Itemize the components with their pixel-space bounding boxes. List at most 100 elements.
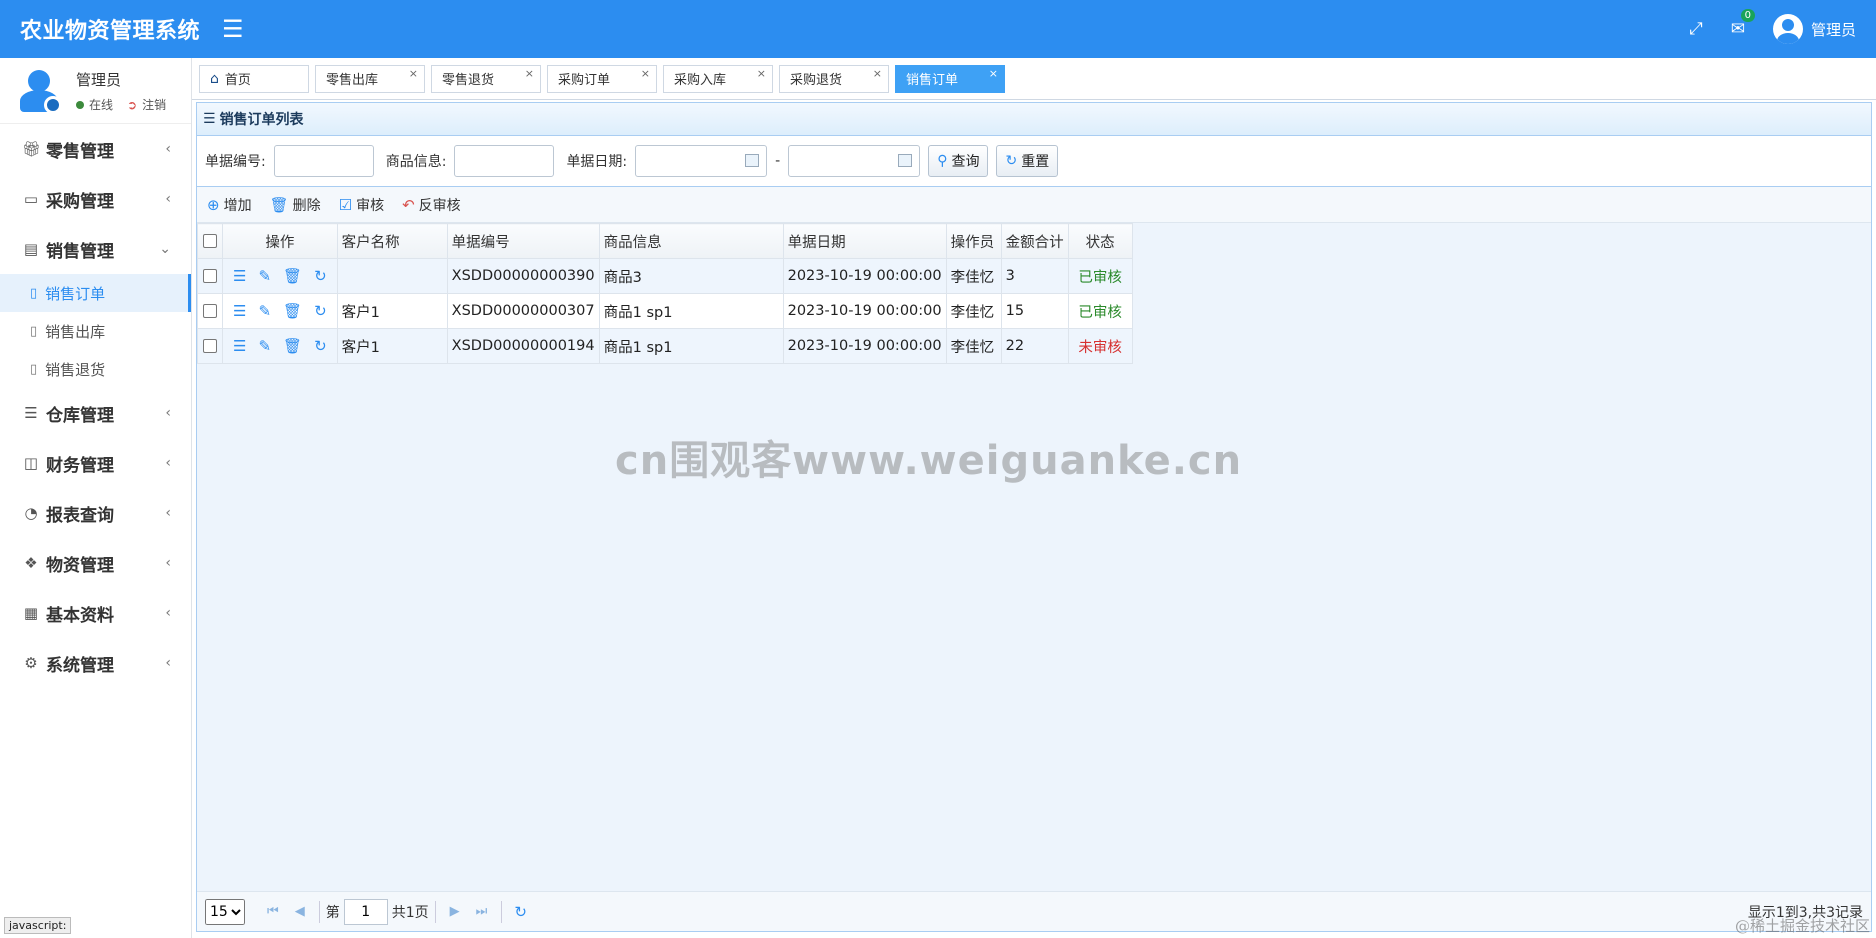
mail-icon[interactable]: ✉ 0 xyxy=(1731,9,1755,39)
tab-home[interactable]: ⌂ 首页 xyxy=(199,64,309,93)
add-button[interactable]: ⊕ 增加 xyxy=(207,195,252,215)
profile-avatar-icon xyxy=(16,68,62,114)
col-header-amount[interactable]: 金额合计 xyxy=(1000,223,1069,259)
cell-amount: 15 xyxy=(1000,293,1069,329)
orders-table: 操作 客户名称 单据编号 商品信息 单据日期 操作员 金额合计 状态 ☰ ✎ 🗑︎ ↻ xyxy=(197,223,1133,364)
book-icon: ◫ xyxy=(23,454,39,472)
cell-amount: 3 xyxy=(1000,258,1069,294)
cell-date: 2023-10-19 00:00:00 xyxy=(782,293,947,329)
page-size-select[interactable]: 15 xyxy=(205,898,245,925)
chevron-left-icon: ‹ xyxy=(165,505,171,521)
tab-retail-out[interactable]: 零售出库 × xyxy=(315,64,425,93)
close-icon[interactable]: × xyxy=(757,67,766,80)
trash-icon[interactable]: 🗑︎ xyxy=(283,337,302,355)
nav-group-reports[interactable]: ◔ 报表查询 ‹ xyxy=(0,488,191,538)
trash-icon[interactable]: 🗑︎ xyxy=(283,267,302,285)
close-icon[interactable]: × xyxy=(641,67,650,80)
app-title: 农业物资管理系统 xyxy=(20,19,201,44)
select-all-cell[interactable] xyxy=(197,223,223,259)
nav-group-purchase[interactable]: ▭ 采购管理 ‹ xyxy=(0,174,191,224)
monitor-icon: ▭ xyxy=(23,190,39,208)
delete-button[interactable]: 🗑︎ 删除 xyxy=(270,195,321,215)
cubes-icon: ❖ xyxy=(24,554,38,572)
query-button[interactable]: ⚲ 查询 xyxy=(928,145,989,177)
row-checkbox[interactable] xyxy=(203,269,217,283)
reset-button[interactable]: ↻ 重置 xyxy=(996,145,1059,177)
tab-retail-return[interactable]: 零售退货 × xyxy=(431,64,541,93)
logout-link[interactable]: ➲ 注销 xyxy=(127,96,166,113)
tab-sales-order[interactable]: 销售订单 × xyxy=(895,64,1005,93)
first-page-icon[interactable]: ⏮︎ xyxy=(267,904,279,919)
top-header: 农业物资管理系统 ☰ ⤢ ✉ 0 管理员 xyxy=(0,0,1876,58)
col-header-goods[interactable]: 商品信息 xyxy=(598,223,784,259)
calendar-icon[interactable] xyxy=(898,154,913,167)
briefcase-icon: ▤ xyxy=(23,240,39,258)
close-icon[interactable]: × xyxy=(873,67,882,80)
page-number-input[interactable] xyxy=(343,898,388,925)
user-menu[interactable]: 管理员 xyxy=(1772,14,1856,44)
chevron-down-icon: ⌄ xyxy=(159,241,171,257)
nav-group-basic-data[interactable]: ▦ 基本资料 ‹ xyxy=(0,588,191,638)
cell-customer: 客户1 xyxy=(336,328,448,364)
table-row[interactable]: ☰ ✎ 🗑︎ ↻ 客户1 XSDD00000000194 商品1 sp1 2023-1… xyxy=(197,328,1133,364)
refresh-icon[interactable]: ↻ xyxy=(514,903,527,921)
next-page-icon[interactable]: ▶︎ xyxy=(450,904,460,919)
sidebar-item-sales-out[interactable]: ▯ 销售出库 xyxy=(0,312,191,350)
check-square-icon: ☑ xyxy=(338,195,353,214)
row-checkbox[interactable] xyxy=(203,339,217,353)
table-header-row: 操作 客户名称 单据编号 商品信息 单据日期 操作员 金额合计 状态 xyxy=(197,223,1133,259)
search-form: 单据编号: 商品信息: 单据日期: - ⚲ 查询 ↻ 重置 xyxy=(196,136,1872,186)
sidebar: 管理员 在线 ➲ 注销 🎁︎ 零售管理 ‹ ▭ 采购管理 ‹ ▤ 销售管理 ⌄ ▯… xyxy=(0,58,192,938)
edit-icon[interactable]: ✎ xyxy=(258,337,271,355)
cell-date: 2023-10-19 00:00:00 xyxy=(782,328,947,364)
tab-purchase-in[interactable]: 采购入库 × xyxy=(663,64,773,93)
prev-page-icon[interactable]: ◀︎ xyxy=(295,904,305,919)
tab-purchase-order[interactable]: 采购订单 × xyxy=(547,64,657,93)
close-icon[interactable]: × xyxy=(409,67,418,80)
nav-group-warehouse[interactable]: ☰ 仓库管理 ‹ xyxy=(0,388,191,438)
table-row[interactable]: ☰ ✎ 🗑︎ ↻ 客户1 XSDD00000000307 商品1 sp1 2023-1… xyxy=(197,293,1133,329)
edit-icon[interactable]: ✎ xyxy=(258,267,271,285)
cell-goods: 商品3 xyxy=(598,258,784,294)
hamburger-icon[interactable]: ☰ xyxy=(222,15,244,43)
bill-no-label: 单据编号: xyxy=(205,154,266,170)
pager-divider xyxy=(434,900,436,923)
chevron-left-icon: ‹ xyxy=(165,455,171,471)
col-header-actions: 操作 xyxy=(222,223,338,259)
close-icon[interactable]: × xyxy=(525,67,534,80)
col-header-bill-no[interactable]: 单据编号 xyxy=(446,223,600,259)
goods-input[interactable] xyxy=(454,145,555,177)
table-row[interactable]: ☰ ✎ 🗑︎ ↻ XSDD00000000390 商品3 2023-10-19 00:… xyxy=(197,258,1133,294)
col-header-customer[interactable]: 客户名称 xyxy=(336,223,448,259)
select-all-checkbox[interactable] xyxy=(203,234,217,248)
detail-list-icon[interactable]: ☰ xyxy=(233,302,246,320)
col-header-date[interactable]: 单据日期 xyxy=(782,223,947,259)
detail-list-icon[interactable]: ☰ xyxy=(233,267,246,285)
unaudit-button[interactable]: ↶ 反审核 xyxy=(402,195,461,215)
col-header-operator[interactable]: 操作员 xyxy=(945,223,1002,259)
detail-list-icon[interactable]: ☰ xyxy=(233,337,246,355)
nav-group-system[interactable]: ⚙ 系统管理 ‹ xyxy=(0,638,191,688)
sidebar-item-sales-return[interactable]: ▯ 销售退货 xyxy=(0,350,191,388)
audit-button[interactable]: ☑ 审核 xyxy=(339,195,384,215)
nav-group-retail[interactable]: 🎁︎ 零售管理 ‹ xyxy=(0,124,191,174)
nav-group-finance[interactable]: ◫ 财务管理 ‹ xyxy=(0,438,191,488)
nav-group-materials[interactable]: ❖ 物资管理 ‹ xyxy=(0,538,191,588)
bill-no-input[interactable] xyxy=(273,145,374,177)
refresh-icon[interactable]: ↻ xyxy=(314,337,327,355)
trash-icon[interactable]: 🗑︎ xyxy=(283,302,302,320)
col-header-status[interactable]: 状态 xyxy=(1067,223,1133,259)
gear-icon: ⚙ xyxy=(24,654,38,672)
fullscreen-icon[interactable]: ⤢ xyxy=(1689,19,1703,39)
tab-purchase-return[interactable]: 采购退货 × xyxy=(779,64,889,93)
search-icon: ⚲ xyxy=(937,153,948,169)
edit-icon[interactable]: ✎ xyxy=(258,302,271,320)
refresh-icon[interactable]: ↻ xyxy=(314,302,327,320)
close-icon[interactable]: × xyxy=(989,67,998,80)
calendar-icon[interactable] xyxy=(745,154,760,167)
sidebar-item-sales-order[interactable]: ▯ 销售订单 xyxy=(0,274,191,312)
row-checkbox[interactable] xyxy=(203,304,217,318)
nav-group-sales[interactable]: ▤ 销售管理 ⌄ xyxy=(0,224,191,274)
last-page-icon[interactable]: ⏭︎ xyxy=(476,904,488,919)
refresh-icon[interactable]: ↻ xyxy=(314,267,327,285)
